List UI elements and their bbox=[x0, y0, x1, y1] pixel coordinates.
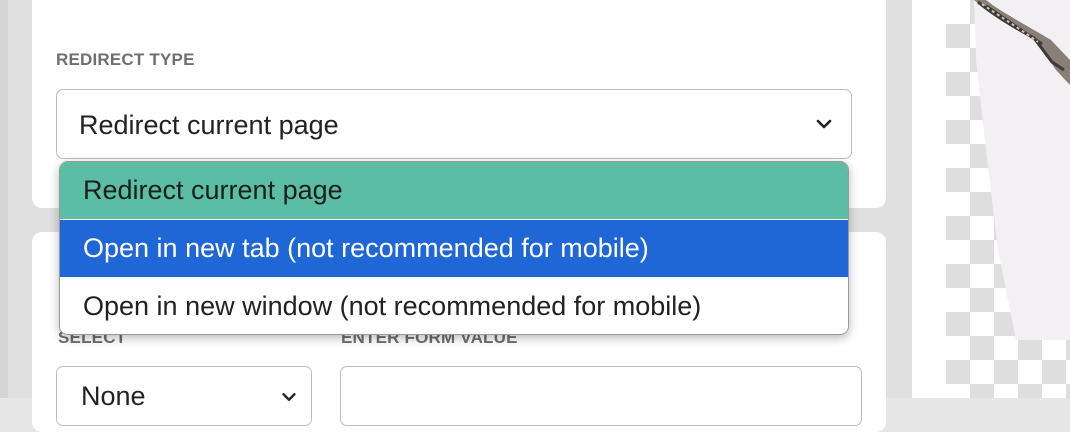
redirect-type-dropdown: Redirect current page Open in new tab (n… bbox=[59, 161, 849, 335]
redirect-type-selected-value: Redirect current page bbox=[79, 110, 339, 140]
form-field-selected-value: None bbox=[81, 381, 146, 411]
form-field-select[interactable]: None bbox=[56, 366, 312, 426]
panel-divider bbox=[912, 0, 946, 398]
redirect-type-select[interactable]: Redirect current page bbox=[56, 89, 852, 159]
left-rail bbox=[0, 0, 8, 398]
option-redirect-current-page[interactable]: Redirect current page bbox=[60, 162, 848, 219]
preview-photo bbox=[974, 0, 1070, 340]
chevron-down-icon bbox=[816, 119, 832, 129]
chevron-down-icon bbox=[282, 393, 296, 401]
option-open-new-tab[interactable]: Open in new tab (not recommended for mob… bbox=[60, 220, 848, 277]
image-preview bbox=[946, 0, 1070, 398]
form-value-input[interactable] bbox=[340, 366, 862, 426]
redirect-type-label: REDIRECT TYPE bbox=[56, 50, 195, 69]
option-open-new-window[interactable]: Open in new window (not recommended for … bbox=[60, 278, 848, 334]
